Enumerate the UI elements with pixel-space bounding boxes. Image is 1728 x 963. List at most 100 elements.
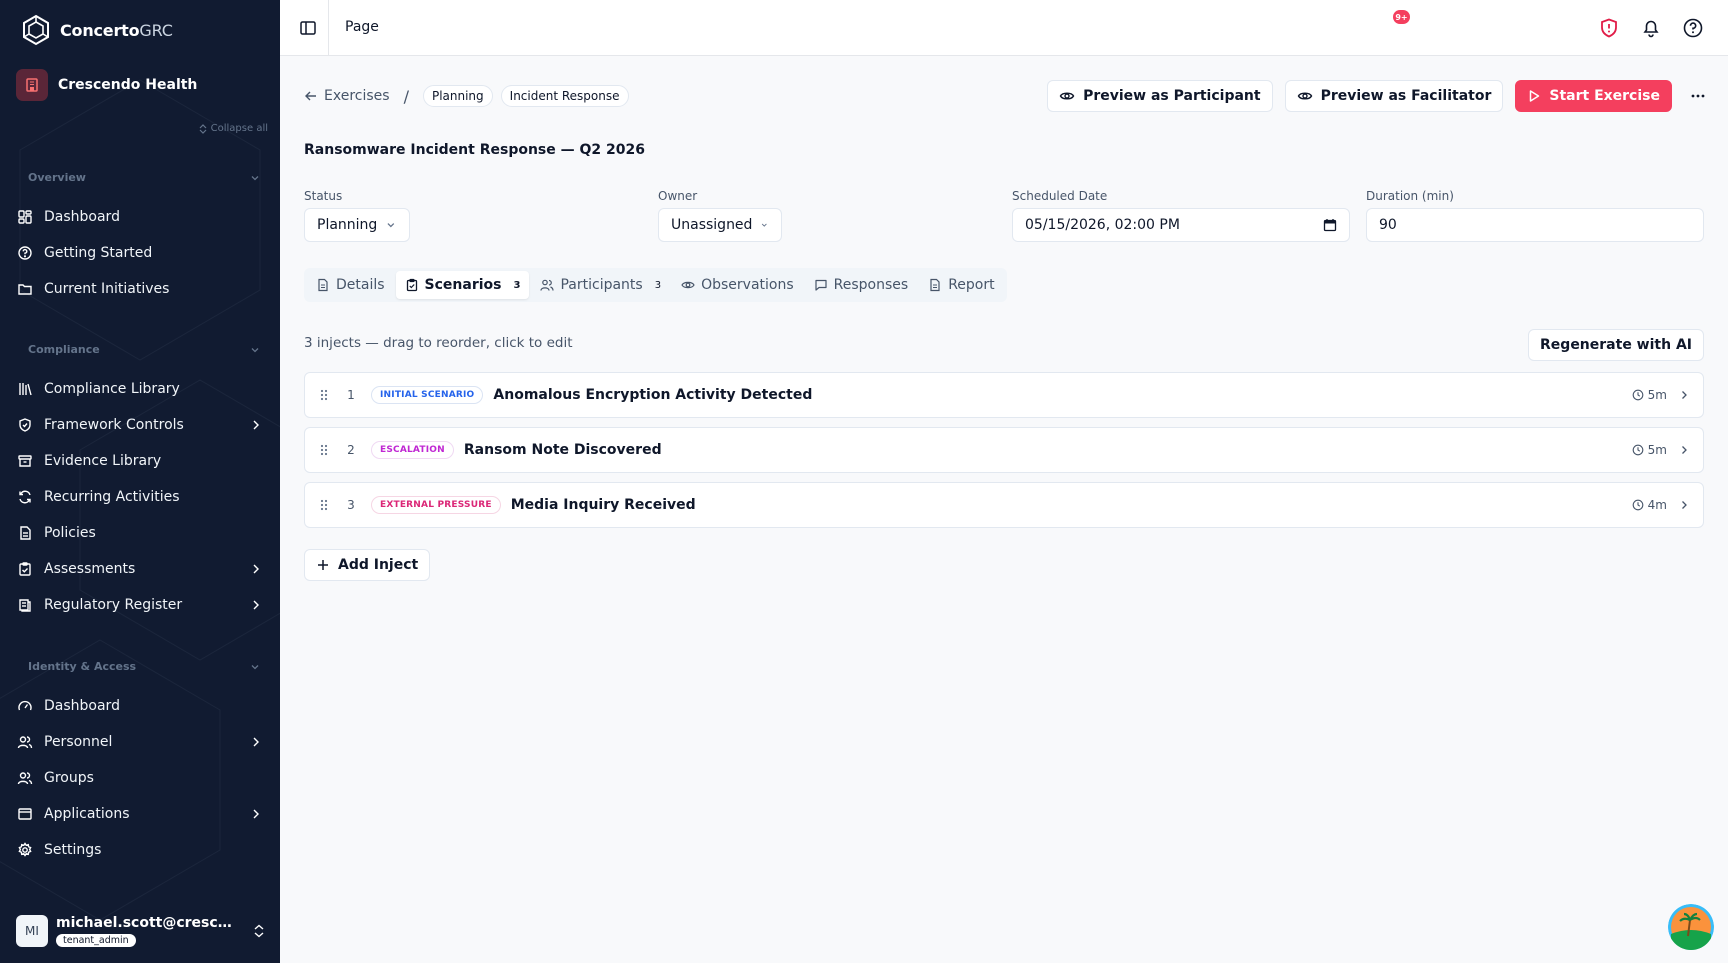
chevron-down-icon bbox=[762, 223, 768, 227]
folder-icon bbox=[16, 280, 34, 298]
more-horizontal-icon bbox=[1691, 94, 1705, 98]
inject-duration-value: 5m bbox=[1647, 388, 1667, 402]
regenerate-with-ai-button[interactable]: Regenerate with AI bbox=[1528, 329, 1704, 361]
scheduled-date-input[interactable]: 05/15/2026, 02:00 PM bbox=[1012, 208, 1350, 242]
sidebar-item-regulatory-register[interactable]: Regulatory Register bbox=[16, 589, 264, 621]
clock-icon bbox=[1632, 499, 1644, 511]
brand[interactable]: ConcertoGRC bbox=[20, 14, 173, 46]
plus-icon bbox=[318, 560, 328, 570]
more-options-button[interactable] bbox=[1684, 80, 1712, 112]
section-title: Compliance bbox=[28, 343, 100, 356]
sidebar-item-personnel[interactable]: Personnel bbox=[16, 726, 264, 758]
grip-vertical-icon[interactable] bbox=[317, 498, 331, 512]
sidebar-item-applications[interactable]: Applications bbox=[16, 798, 264, 830]
section-header-identity-access[interactable]: Identity & Access bbox=[28, 660, 260, 673]
sidebar-item-framework-controls[interactable]: Framework Controls bbox=[16, 409, 264, 441]
tenant-switcher[interactable]: Crescendo Health bbox=[16, 69, 197, 101]
inject-row[interactable]: 3 EXTERNAL PRESSURE Media Inquiry Receiv… bbox=[304, 482, 1704, 528]
back-to-exercises-link[interactable]: Exercises bbox=[304, 88, 390, 104]
sidebar-item-label: Getting Started bbox=[44, 245, 153, 261]
tab-responses[interactable]: Responses bbox=[805, 271, 918, 299]
add-inject-button[interactable]: Add Inject bbox=[304, 549, 431, 581]
collapse-all-button[interactable]: Collapse all bbox=[199, 123, 268, 134]
users-icon bbox=[16, 733, 34, 751]
inject-number: 2 bbox=[347, 443, 355, 457]
breadcrumb-separator: / bbox=[403, 86, 409, 106]
preview-participant-button[interactable]: Preview as Participant bbox=[1047, 80, 1273, 112]
inject-duration: 5m bbox=[1632, 443, 1667, 457]
notification-badge: 9+ bbox=[1393, 10, 1410, 24]
owner-value: Unassigned bbox=[671, 217, 753, 233]
add-inject-label: Add Inject bbox=[338, 557, 419, 573]
inject-duration: 4m bbox=[1632, 498, 1667, 512]
sidebar-item-compliance-library[interactable]: Compliance Library bbox=[16, 373, 264, 405]
sidebar-item-label: Current Initiatives bbox=[44, 281, 170, 297]
tab-label: Participants bbox=[560, 277, 643, 293]
duration-input[interactable]: 90 bbox=[1366, 208, 1704, 242]
grip-vertical-icon[interactable] bbox=[317, 443, 331, 457]
sidebar-item-label: Groups bbox=[44, 770, 94, 786]
user-menu[interactable]: MI michael.scott@crescendohealth.com ten… bbox=[16, 915, 266, 947]
sidebar-item-evidence-library[interactable]: Evidence Library bbox=[16, 445, 264, 477]
chevrons-up-down-icon bbox=[254, 924, 264, 938]
assistant-avatar-icon bbox=[1668, 904, 1714, 950]
sidebar-item-policies[interactable]: Policies bbox=[16, 517, 264, 549]
sidebar-item-identity-dashboard[interactable]: Dashboard bbox=[16, 690, 264, 722]
sidebar-item-groups[interactable]: Groups bbox=[16, 762, 264, 794]
chevron-right-icon bbox=[253, 564, 259, 574]
sidebar-item-settings[interactable]: Settings bbox=[16, 834, 264, 866]
status-badge: Planning bbox=[422, 85, 493, 107]
grip-vertical-icon[interactable] bbox=[317, 388, 331, 402]
inject-row[interactable]: 2 ESCALATION Ransom Note Discovered 5m bbox=[304, 427, 1704, 473]
sidebar-toggle-icon[interactable] bbox=[298, 18, 318, 38]
owner-select[interactable]: Unassigned bbox=[658, 208, 782, 242]
chevron-down-icon bbox=[251, 347, 259, 352]
breadcrumb: Exercises / Planning Incident Response bbox=[304, 85, 629, 107]
section-title: Identity & Access bbox=[28, 660, 137, 673]
collapse-all-label: Collapse all bbox=[210, 123, 268, 134]
chevron-right-icon bbox=[1682, 501, 1687, 509]
sidebar-item-label: Dashboard bbox=[44, 209, 120, 225]
start-exercise-button[interactable]: Start Exercise bbox=[1515, 80, 1672, 112]
file-icon bbox=[318, 278, 328, 292]
calendar-icon[interactable] bbox=[1323, 218, 1337, 232]
shield-alert-icon[interactable] bbox=[1598, 17, 1620, 39]
sidebar-item-getting-started[interactable]: Getting Started bbox=[16, 237, 264, 269]
sidebar-item-label: Compliance Library bbox=[44, 381, 180, 397]
assistant-bubble[interactable] bbox=[1668, 904, 1714, 950]
help-circle-icon[interactable] bbox=[1682, 17, 1704, 39]
gear-icon bbox=[16, 841, 34, 859]
bell-icon[interactable] bbox=[1640, 17, 1662, 39]
shield-check-icon bbox=[16, 416, 34, 434]
section-header-overview[interactable]: Overview bbox=[28, 171, 260, 184]
sidebar-item-recurring-activities[interactable]: Recurring Activities bbox=[16, 481, 264, 513]
inject-type-badge: EXTERNAL PRESSURE bbox=[371, 496, 501, 514]
preview-participant-label: Preview as Participant bbox=[1083, 88, 1261, 104]
tab-participants[interactable]: Participants 3 bbox=[531, 271, 670, 299]
chevron-right-icon bbox=[253, 600, 259, 610]
chevron-right-icon bbox=[1682, 446, 1687, 454]
section-header-compliance[interactable]: Compliance bbox=[28, 343, 260, 356]
refresh-icon bbox=[16, 488, 34, 506]
avatar: MI bbox=[16, 915, 48, 947]
status-select[interactable]: Planning bbox=[304, 208, 410, 242]
clock-icon bbox=[1632, 389, 1644, 401]
sidebar-item-label: Recurring Activities bbox=[44, 489, 180, 505]
preview-facilitator-button[interactable]: Preview as Facilitator bbox=[1284, 80, 1504, 112]
inject-duration-value: 5m bbox=[1647, 443, 1667, 457]
sidebar-item-label: Applications bbox=[44, 806, 130, 822]
sidebar-item-assessments[interactable]: Assessments bbox=[16, 553, 264, 585]
clipboard-icon bbox=[406, 278, 417, 292]
main-content: Exercises / Planning Incident Response P… bbox=[280, 56, 1728, 963]
inject-row[interactable]: 1 INITIAL SCENARIO Anomalous Encryption … bbox=[304, 372, 1704, 418]
tab-observations[interactable]: Observations bbox=[672, 271, 803, 299]
tab-scenarios[interactable]: Scenarios 3 bbox=[395, 271, 530, 299]
file-text-icon bbox=[16, 524, 34, 542]
sidebar-item-label: Settings bbox=[44, 842, 102, 858]
tab-report[interactable]: Report bbox=[919, 271, 1003, 299]
exercise-tabs: Details Scenarios 3 Participants 3 Obser… bbox=[304, 268, 1007, 302]
sidebar-item-dashboard[interactable]: Dashboard bbox=[16, 201, 264, 233]
tab-details[interactable]: Details bbox=[307, 271, 394, 299]
sidebar-item-label: Framework Controls bbox=[44, 417, 184, 433]
sidebar-item-current-initiatives[interactable]: Current Initiatives bbox=[16, 273, 264, 305]
